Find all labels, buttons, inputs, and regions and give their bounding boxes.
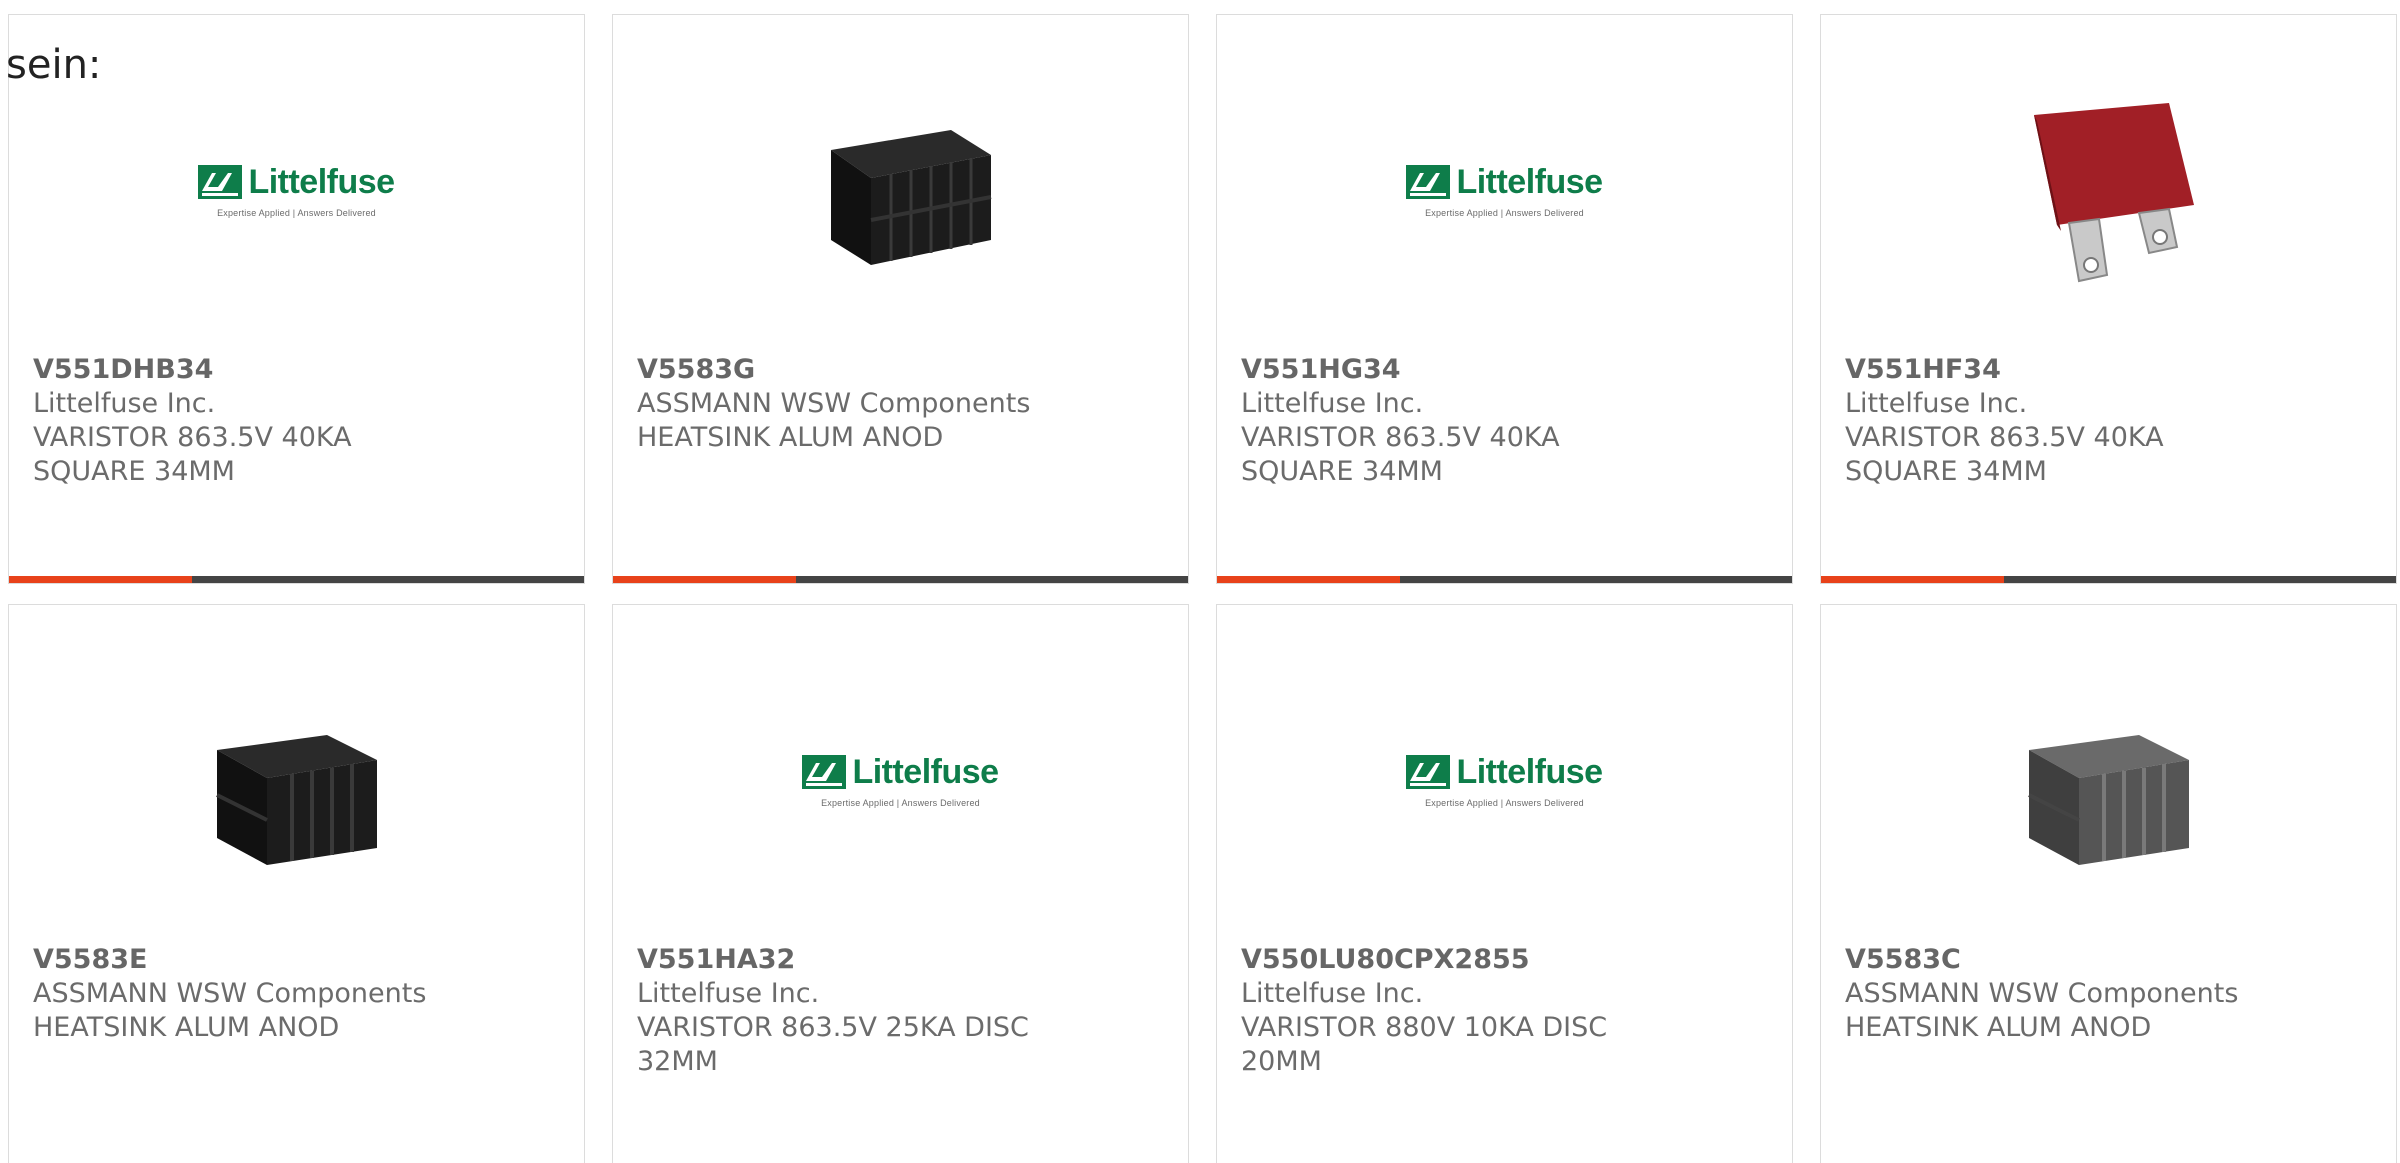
product-card[interactable]: V5583G ASSMANN WSW Components HEATSINK A… bbox=[612, 14, 1189, 584]
product-description: VARISTOR 880V 10KA DISC 20MM bbox=[1241, 1012, 1608, 1077]
logo-tagline: Expertise Applied | Answers Delivered bbox=[1425, 207, 1584, 218]
product-description: HEATSINK ALUM ANOD bbox=[637, 422, 944, 453]
product-grid-page: sein: Littelfuse Expertise Applied | Ans… bbox=[0, 0, 2400, 1163]
card-bottom-bar bbox=[1217, 576, 1792, 583]
manufacturer-name: Littelfuse Inc. bbox=[1241, 978, 1424, 1009]
product-image[interactable] bbox=[1821, 85, 2396, 295]
product-info: V551HG34 Littelfuse Inc. VARISTOR 863.5V… bbox=[1241, 353, 1768, 489]
part-number-link[interactable]: V551HG34 bbox=[1241, 353, 1768, 387]
product-info: V550LU80CPX2855 Littelfuse Inc. VARISTOR… bbox=[1241, 943, 1768, 1079]
product-description: VARISTOR 863.5V 40KA SQUARE 34MM bbox=[1241, 422, 1560, 487]
product-info: V5583G ASSMANN WSW Components HEATSINK A… bbox=[637, 353, 1164, 455]
littelfuse-mark-icon bbox=[1406, 165, 1451, 199]
product-description: HEATSINK ALUM ANOD bbox=[33, 1012, 340, 1043]
part-number-link[interactable]: V550LU80CPX2855 bbox=[1241, 943, 1768, 977]
littelfuse-mark-icon bbox=[802, 755, 847, 789]
part-number-link[interactable]: V551DHB34 bbox=[33, 353, 560, 387]
product-card[interactable]: V551HF34 Littelfuse Inc. VARISTOR 863.5V… bbox=[1820, 14, 2397, 584]
logo-wordmark: Littelfuse bbox=[1456, 752, 1603, 791]
red-varistor-image bbox=[2033, 103, 2194, 283]
product-image[interactable]: Littelfuse Expertise Applied | Answers D… bbox=[613, 675, 1188, 885]
part-number-link[interactable]: V5583G bbox=[637, 353, 1164, 387]
product-description: VARISTOR 863.5V 25KA DISC 32MM bbox=[637, 1012, 1029, 1077]
product-image[interactable] bbox=[1821, 675, 2396, 885]
littelfuse-mark-icon bbox=[198, 165, 243, 199]
logo-wordmark: Littelfuse bbox=[248, 162, 395, 201]
product-description: VARISTOR 863.5V 40KA SQUARE 34MM bbox=[1845, 422, 2164, 487]
manufacturer-name: ASSMANN WSW Components bbox=[637, 388, 1031, 419]
littelfuse-logo: Littelfuse Expertise Applied | Answers D… bbox=[1406, 752, 1603, 808]
littelfuse-logo: Littelfuse Expertise Applied | Answers D… bbox=[198, 162, 395, 218]
logo-wordmark: Littelfuse bbox=[1456, 162, 1603, 201]
card-bottom-bar bbox=[1821, 576, 2396, 583]
littelfuse-mark-icon bbox=[1406, 755, 1451, 789]
black-heatsink-image bbox=[215, 735, 377, 865]
black-heatsink-image bbox=[830, 130, 991, 265]
product-info: V5583C ASSMANN WSW Components HEATSINK A… bbox=[1845, 943, 2372, 1045]
product-image[interactable]: Littelfuse Expertise Applied | Answers D… bbox=[1217, 85, 1792, 295]
product-card[interactable]: Littelfuse Expertise Applied | Answers D… bbox=[612, 604, 1189, 1163]
manufacturer-name: Littelfuse Inc. bbox=[1845, 388, 2028, 419]
product-image[interactable]: Littelfuse Expertise Applied | Answers D… bbox=[1217, 675, 1792, 885]
truncated-heading-text: sein: bbox=[6, 42, 102, 88]
card-accent-bar bbox=[1217, 576, 1400, 583]
product-info: V551DHB34 Littelfuse Inc. VARISTOR 863.5… bbox=[33, 353, 560, 489]
product-image[interactable] bbox=[613, 85, 1188, 295]
part-number-link[interactable]: V5583C bbox=[1845, 943, 2372, 977]
manufacturer-name: Littelfuse Inc. bbox=[33, 388, 216, 419]
product-info: V551HA32 Littelfuse Inc. VARISTOR 863.5V… bbox=[637, 943, 1164, 1079]
logo-tagline: Expertise Applied | Answers Delivered bbox=[217, 207, 376, 218]
logo-tagline: Expertise Applied | Answers Delivered bbox=[821, 797, 980, 808]
product-image[interactable]: Littelfuse Expertise Applied | Answers D… bbox=[9, 85, 584, 295]
product-card[interactable]: Littelfuse Expertise Applied | Answers D… bbox=[1216, 604, 1793, 1163]
gray-heatsink-image bbox=[2027, 735, 2189, 865]
card-accent-bar bbox=[9, 576, 192, 583]
product-card[interactable]: V5583E ASSMANN WSW Components HEATSINK A… bbox=[8, 604, 585, 1163]
product-info: V551HF34 Littelfuse Inc. VARISTOR 863.5V… bbox=[1845, 353, 2372, 489]
product-description: VARISTOR 863.5V 40KA SQUARE 34MM bbox=[33, 422, 352, 487]
product-description: HEATSINK ALUM ANOD bbox=[1845, 1012, 2152, 1043]
product-image[interactable] bbox=[9, 675, 584, 885]
manufacturer-name: Littelfuse Inc. bbox=[637, 978, 820, 1009]
product-card[interactable]: Littelfuse Expertise Applied | Answers D… bbox=[1216, 14, 1793, 584]
card-bottom-bar bbox=[9, 576, 584, 583]
card-accent-bar bbox=[613, 576, 796, 583]
manufacturer-name: ASSMANN WSW Components bbox=[1845, 978, 2239, 1009]
card-bottom-bar bbox=[613, 576, 1188, 583]
logo-wordmark: Littelfuse bbox=[852, 752, 999, 791]
part-number-link[interactable]: V551HF34 bbox=[1845, 353, 2372, 387]
manufacturer-name: ASSMANN WSW Components bbox=[33, 978, 427, 1009]
product-info: V5583E ASSMANN WSW Components HEATSINK A… bbox=[33, 943, 560, 1045]
product-card[interactable]: V5583C ASSMANN WSW Components HEATSINK A… bbox=[1820, 604, 2397, 1163]
product-card[interactable]: Littelfuse Expertise Applied | Answers D… bbox=[8, 14, 585, 584]
part-number-link[interactable]: V551HA32 bbox=[637, 943, 1164, 977]
logo-tagline: Expertise Applied | Answers Delivered bbox=[1425, 797, 1584, 808]
littelfuse-logo: Littelfuse Expertise Applied | Answers D… bbox=[1406, 162, 1603, 218]
part-number-link[interactable]: V5583E bbox=[33, 943, 560, 977]
manufacturer-name: Littelfuse Inc. bbox=[1241, 388, 1424, 419]
littelfuse-logo: Littelfuse Expertise Applied | Answers D… bbox=[802, 752, 999, 808]
card-accent-bar bbox=[1821, 576, 2004, 583]
